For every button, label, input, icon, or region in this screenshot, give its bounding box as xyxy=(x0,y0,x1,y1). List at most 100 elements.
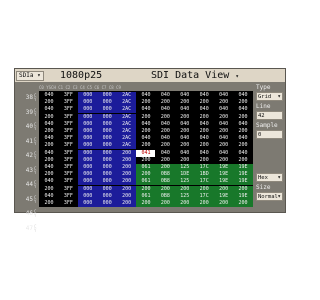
grid-cell[interactable]: 040 xyxy=(39,149,59,157)
grid-cell[interactable]: 200 xyxy=(194,185,215,193)
grid-cell[interactable]: 19E xyxy=(233,178,253,186)
grid-cell[interactable]: 200 xyxy=(39,171,59,179)
grid-cell[interactable]: 3FF xyxy=(58,178,79,186)
grid-cell[interactable]: 1DE xyxy=(174,171,195,179)
grid-cell[interactable]: 19E xyxy=(233,171,253,179)
grid-cell[interactable]: 0B8 xyxy=(155,192,176,200)
grid-cell[interactable]: 200 xyxy=(213,200,234,207)
grid-cell[interactable]: 040 xyxy=(213,149,234,157)
grid-cell[interactable]: 000 xyxy=(77,164,98,171)
grid-cell[interactable]: 200 xyxy=(174,113,195,121)
grid-cell[interactable]: 000 xyxy=(97,142,118,150)
grid-cell[interactable]: 000 xyxy=(97,135,118,143)
grid-cell[interactable]: 000 xyxy=(77,106,98,114)
grid-cell[interactable]: 040 xyxy=(39,178,59,186)
grid-cell[interactable]: 040 xyxy=(155,106,176,114)
grid-cell[interactable]: 200 xyxy=(39,142,59,150)
grid-cell[interactable]: 3FF xyxy=(58,200,79,207)
view-title-menu[interactable]: SDI Data View ▾ xyxy=(151,69,239,83)
grid-cell[interactable]: 040 xyxy=(233,92,253,99)
grid-cell[interactable]: 040 xyxy=(155,120,176,128)
grid-cell[interactable]: 200 xyxy=(233,156,253,164)
grid-cell[interactable]: 1BD xyxy=(194,171,215,179)
grid-cell[interactable]: 200 xyxy=(116,164,137,171)
grid-cell[interactable]: 200 xyxy=(155,142,176,150)
grid-cell[interactable]: 200 xyxy=(174,99,195,107)
grid-cell[interactable]: 0B8 xyxy=(155,178,176,186)
grid-cell[interactable]: 200 xyxy=(213,128,234,135)
grid-cell[interactable]: 000 xyxy=(77,200,98,207)
grid-cell[interactable]: 200 xyxy=(213,113,234,121)
grid-cell[interactable]: 000 xyxy=(97,92,118,99)
grid-cell[interactable]: 200 xyxy=(213,99,234,107)
grid-cell[interactable]: 000 xyxy=(77,142,98,150)
grid-cell[interactable]: 200 xyxy=(136,142,156,150)
grid-cell[interactable]: 200 xyxy=(174,185,195,193)
grid-cell[interactable]: 200 xyxy=(136,171,156,179)
grid-cell[interactable]: 061 xyxy=(136,192,156,200)
grid-cell[interactable]: 2AC xyxy=(116,92,137,99)
grid-cell[interactable]: 200 xyxy=(136,99,156,107)
grid-cell[interactable]: 000 xyxy=(77,171,98,179)
grid-cell[interactable]: 2AC xyxy=(116,99,137,107)
grid-cell[interactable]: 2AC xyxy=(116,113,137,121)
grid-cell[interactable]: 200 xyxy=(116,185,137,193)
grid-cell[interactable]: 040 xyxy=(233,120,253,128)
grid-cell[interactable]: 17C xyxy=(194,178,215,186)
grid-cell[interactable]: 040 xyxy=(39,164,59,171)
grid-cell[interactable]: 200 xyxy=(174,200,195,207)
grid-cell[interactable]: 000 xyxy=(97,185,118,193)
grid-cell[interactable]: 19E xyxy=(233,192,253,200)
grid-cell[interactable]: 200 xyxy=(39,200,59,207)
grid-cell[interactable]: 19E xyxy=(213,164,234,171)
grid-cell[interactable]: 2AC xyxy=(116,128,137,135)
grid-cell[interactable]: 200 xyxy=(155,185,176,193)
grid-cell[interactable]: 2AC xyxy=(116,106,137,114)
grid-cell[interactable]: 040 xyxy=(233,135,253,143)
grid-cell[interactable]: 200 xyxy=(233,200,253,207)
grid-cell[interactable]: 125 xyxy=(174,164,195,171)
grid-cell[interactable]: 200 xyxy=(136,156,156,164)
grid-cell[interactable]: 200 xyxy=(136,200,156,207)
grid-cell[interactable]: 200 xyxy=(116,200,137,207)
grid-cell[interactable]: 200 xyxy=(174,128,195,135)
grid-cell[interactable]: 000 xyxy=(77,113,98,121)
grid-cell[interactable]: 000 xyxy=(77,128,98,135)
grid-cell[interactable]: 200 xyxy=(233,142,253,150)
grid-cell[interactable]: 000 xyxy=(77,156,98,164)
grid-cell[interactable]: 200 xyxy=(136,113,156,121)
grid-cell[interactable]: 061 xyxy=(136,164,156,171)
grid-cell[interactable]: 200 xyxy=(136,185,156,193)
grid-cell[interactable]: 000 xyxy=(97,106,118,114)
grid-cell[interactable]: 125 xyxy=(174,178,195,186)
grid-cell[interactable]: 125 xyxy=(174,192,195,200)
grid-cell[interactable]: 19E xyxy=(213,192,234,200)
grid-cell[interactable]: 200 xyxy=(155,156,176,164)
grid-cell[interactable]: 2AC xyxy=(116,135,137,143)
grid-cell[interactable]: 000 xyxy=(77,99,98,107)
grid-cell[interactable]: 2AC xyxy=(116,142,137,150)
grid-cell[interactable]: 3FF xyxy=(58,171,79,179)
grid-cell[interactable]: 17C xyxy=(194,192,215,200)
grid-cell[interactable]: 040 xyxy=(194,135,215,143)
grid-cell[interactable]: 000 xyxy=(77,149,98,157)
grid-cell[interactable]: 3FF xyxy=(58,92,79,99)
grid-cell[interactable]: 3FF xyxy=(58,120,79,128)
grid-cell[interactable]: 000 xyxy=(77,92,98,99)
grid-cell[interactable]: 3FF xyxy=(58,142,79,150)
grid-cell[interactable]: 200 xyxy=(116,192,137,200)
data-grid[interactable]: 040 3FF 000 000 2AC 040 040 040 040 040 040 200 3FF 0… xyxy=(39,91,253,207)
size-select[interactable]: Normal xyxy=(256,192,283,201)
grid-cell[interactable]: 19E xyxy=(213,178,234,186)
grid-cell[interactable]: 040 xyxy=(39,92,59,99)
grid-cell[interactable]: 200 xyxy=(213,156,234,164)
type-select[interactable]: Grid xyxy=(256,92,283,101)
grid-cell[interactable]: 200 xyxy=(116,178,137,186)
grid-cell[interactable]: 200 xyxy=(213,185,234,193)
grid-cell[interactable]: 200 xyxy=(194,156,215,164)
grid-cell[interactable]: 040 xyxy=(174,135,195,143)
grid-cell[interactable]: 000 xyxy=(97,171,118,179)
grid-cell[interactable]: 200 xyxy=(155,99,176,107)
grid-cell[interactable]: 040 xyxy=(174,149,195,157)
grid-cell[interactable]: 200 xyxy=(155,200,176,207)
